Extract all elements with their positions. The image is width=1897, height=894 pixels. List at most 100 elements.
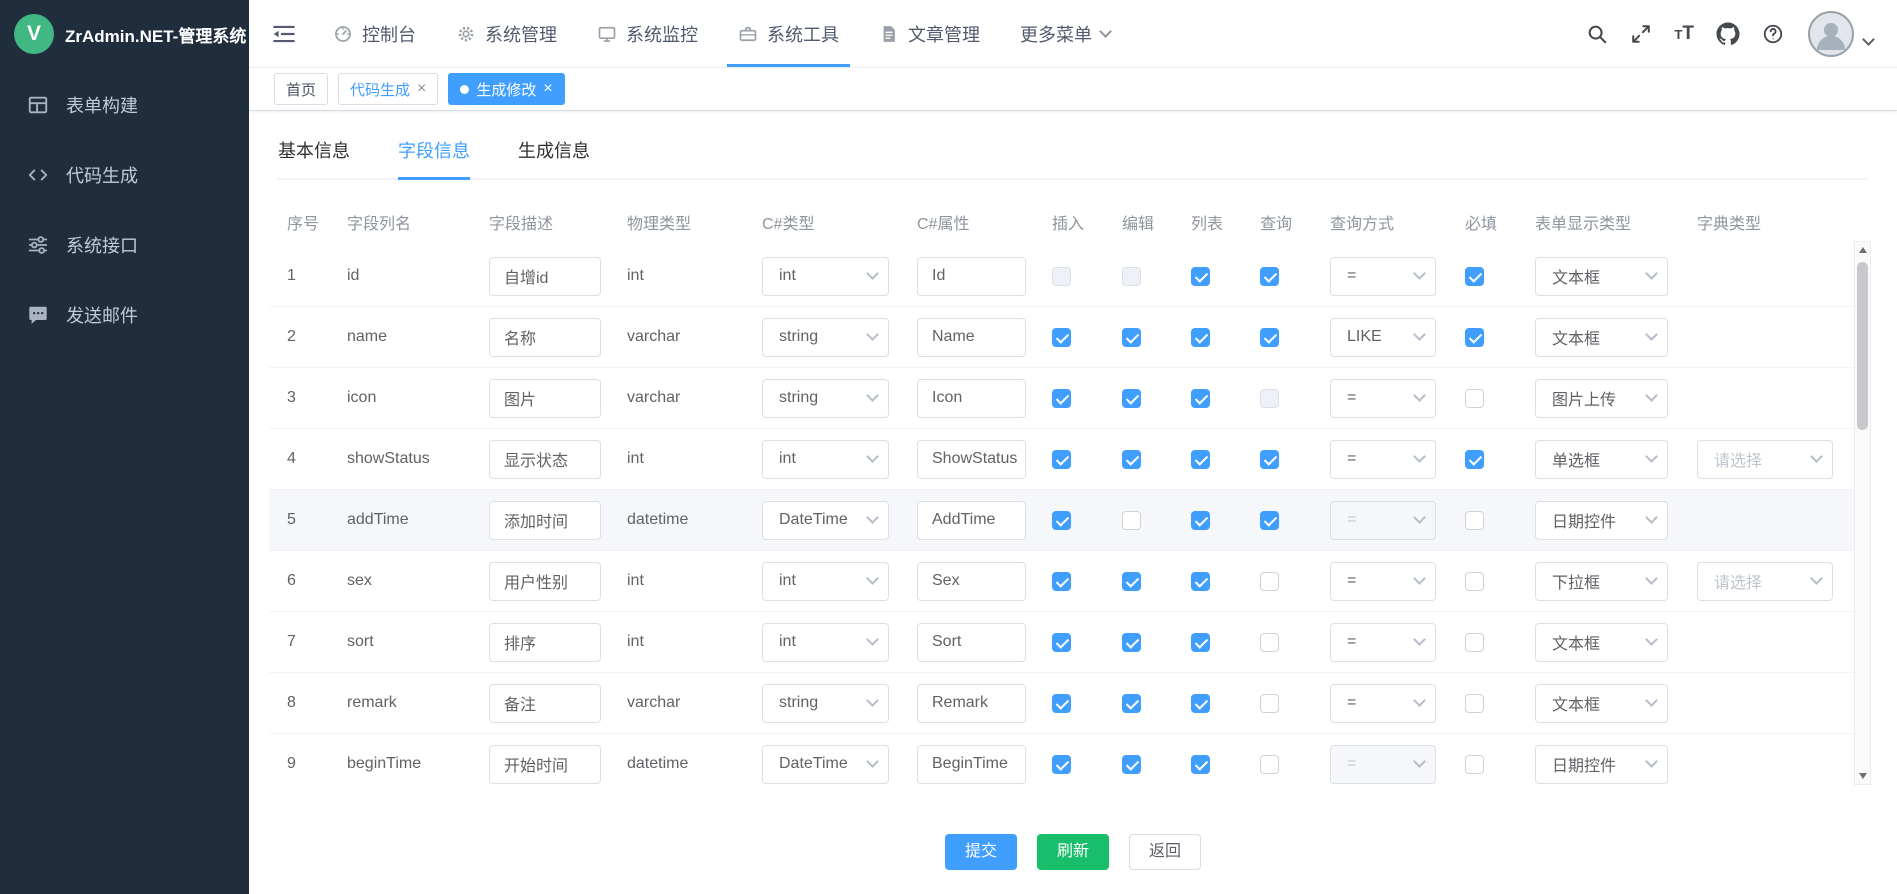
list-checkbox[interactable]	[1191, 572, 1210, 591]
query-checkbox[interactable]	[1260, 755, 1279, 774]
edit-checkbox[interactable]	[1122, 450, 1141, 469]
tab-home[interactable]: 首页	[274, 73, 328, 105]
query-checkbox[interactable]	[1260, 328, 1279, 347]
nav-item-system-tools[interactable]: 系统工具	[718, 0, 859, 67]
list-checkbox[interactable]	[1191, 389, 1210, 408]
display-type-select[interactable]: 文本框	[1535, 318, 1668, 357]
required-checkbox[interactable]	[1465, 389, 1484, 408]
dict-type-select[interactable]: 请选择	[1697, 440, 1833, 479]
csharp-type-select[interactable]: int	[762, 562, 889, 601]
insert-checkbox[interactable]	[1052, 389, 1071, 408]
csharp-property-input[interactable]: BeginTime	[917, 745, 1026, 784]
chevron-down-icon[interactable]	[1862, 33, 1875, 46]
dict-type-select[interactable]: 请选择	[1697, 562, 1833, 601]
github-icon[interactable]	[1716, 22, 1740, 46]
close-tab-icon[interactable]: ×	[417, 81, 426, 97]
sidebar-item-send-mail[interactable]: 发送邮件	[0, 280, 249, 350]
sidebar-item-system-api[interactable]: 系统接口	[0, 210, 249, 280]
required-checkbox[interactable]	[1465, 450, 1484, 469]
insert-checkbox[interactable]	[1052, 694, 1071, 713]
list-checkbox[interactable]	[1191, 694, 1210, 713]
menu-fold-icon[interactable]	[271, 21, 297, 47]
csharp-property-input[interactable]: Remark	[917, 684, 1026, 723]
fullscreen-icon[interactable]	[1630, 23, 1652, 45]
display-type-select[interactable]: 文本框	[1535, 623, 1668, 662]
font-size-icon[interactable]: TT	[1674, 23, 1694, 45]
required-checkbox[interactable]	[1465, 633, 1484, 652]
csharp-type-select[interactable]: int	[762, 257, 889, 296]
csharp-type-select[interactable]: string	[762, 318, 889, 357]
nav-item-console[interactable]: 控制台	[313, 0, 436, 67]
back-button[interactable]: 返回	[1129, 834, 1201, 870]
required-checkbox[interactable]	[1465, 694, 1484, 713]
insert-checkbox[interactable]	[1052, 328, 1071, 347]
query-checkbox[interactable]	[1260, 572, 1279, 591]
field-description-input[interactable]: 名称	[489, 318, 601, 357]
csharp-type-select[interactable]: int	[762, 623, 889, 662]
nav-item-system-monitor[interactable]: 系统监控	[577, 0, 718, 67]
tab-field-info[interactable]: 字段信息	[398, 137, 470, 178]
nav-item-article-manage[interactable]: 文章管理	[859, 0, 1000, 67]
tab-basic-info[interactable]: 基本信息	[278, 137, 350, 178]
list-checkbox[interactable]	[1191, 511, 1210, 530]
csharp-type-select[interactable]: string	[762, 684, 889, 723]
required-checkbox[interactable]	[1465, 328, 1484, 347]
list-checkbox[interactable]	[1191, 267, 1210, 286]
csharp-property-input[interactable]: Id	[917, 257, 1026, 296]
field-description-input[interactable]: 开始时间	[489, 745, 601, 784]
table-scrollbar[interactable]	[1854, 241, 1871, 785]
query-mode-select[interactable]: =	[1330, 257, 1436, 296]
display-type-select[interactable]: 文本框	[1535, 684, 1668, 723]
display-type-select[interactable]: 日期控件	[1535, 501, 1668, 540]
required-checkbox[interactable]	[1465, 755, 1484, 774]
csharp-type-select[interactable]: int	[762, 440, 889, 479]
csharp-type-select[interactable]: DateTime	[762, 745, 889, 784]
avatar[interactable]	[1808, 11, 1854, 57]
scroll-up-button[interactable]	[1855, 242, 1870, 258]
display-type-select[interactable]: 图片上传	[1535, 379, 1668, 418]
scrollbar-thumb[interactable]	[1857, 262, 1868, 430]
edit-checkbox[interactable]	[1122, 755, 1141, 774]
display-type-select[interactable]: 文本框	[1535, 257, 1668, 296]
display-type-select[interactable]: 单选框	[1535, 440, 1668, 479]
csharp-type-select[interactable]: string	[762, 379, 889, 418]
field-description-input[interactable]: 自增id	[489, 257, 601, 296]
edit-checkbox[interactable]	[1122, 328, 1141, 347]
query-mode-select[interactable]: =	[1330, 562, 1436, 601]
csharp-property-input[interactable]: Sort	[917, 623, 1026, 662]
tab-generate-info[interactable]: 生成信息	[518, 137, 590, 178]
query-mode-select[interactable]: =	[1330, 440, 1436, 479]
insert-checkbox[interactable]	[1052, 511, 1071, 530]
sidebar-item-code-generation[interactable]: 代码生成	[0, 140, 249, 210]
edit-checkbox[interactable]	[1122, 694, 1141, 713]
csharp-property-input[interactable]: ShowStatus	[917, 440, 1026, 479]
tab-code-generation[interactable]: 代码生成×	[338, 73, 438, 105]
query-mode-select[interactable]: =	[1330, 623, 1436, 662]
query-checkbox[interactable]	[1260, 694, 1279, 713]
required-checkbox[interactable]	[1465, 572, 1484, 591]
insert-checkbox[interactable]	[1052, 572, 1071, 591]
edit-checkbox[interactable]	[1122, 389, 1141, 408]
field-description-input[interactable]: 备注	[489, 684, 601, 723]
csharp-property-input[interactable]: Name	[917, 318, 1026, 357]
help-icon[interactable]	[1762, 23, 1784, 45]
field-description-input[interactable]: 用户性别	[489, 562, 601, 601]
list-checkbox[interactable]	[1191, 633, 1210, 652]
query-mode-select[interactable]: =	[1330, 379, 1436, 418]
query-checkbox[interactable]	[1260, 633, 1279, 652]
list-checkbox[interactable]	[1191, 328, 1210, 347]
field-description-input[interactable]: 显示状态	[489, 440, 601, 479]
field-description-input[interactable]: 图片	[489, 379, 601, 418]
field-description-input[interactable]: 添加时间	[489, 501, 601, 540]
csharp-property-input[interactable]: AddTime	[917, 501, 1026, 540]
csharp-property-input[interactable]: Icon	[917, 379, 1026, 418]
nav-item-system-manage[interactable]: 系统管理	[436, 0, 577, 67]
insert-checkbox[interactable]	[1052, 450, 1071, 469]
submit-button[interactable]: 提交	[945, 834, 1017, 870]
query-mode-select[interactable]: =	[1330, 684, 1436, 723]
query-mode-select[interactable]: LIKE	[1330, 318, 1436, 357]
query-checkbox[interactable]	[1260, 267, 1279, 286]
refresh-button[interactable]: 刷新	[1037, 834, 1109, 870]
display-type-select[interactable]: 下拉框	[1535, 562, 1668, 601]
nav-item-more-menu[interactable]: 更多菜单	[1000, 0, 1130, 67]
